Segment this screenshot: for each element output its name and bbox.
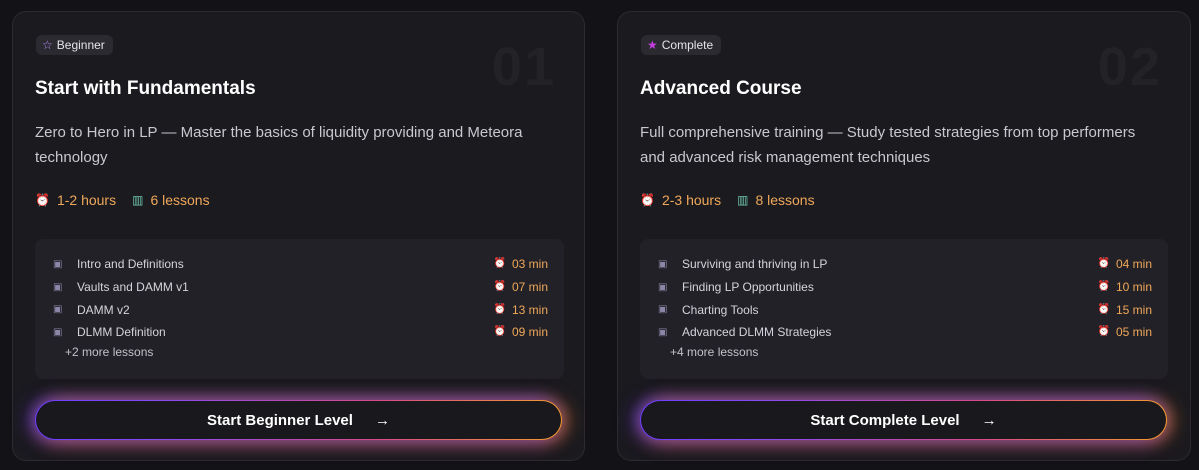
duration-text: 1-2 hours [56,192,117,208]
course-title: Start with Fundamentals [35,78,256,99]
video-icon: ▣ [658,326,668,338]
lesson-duration: ⏰ 15 min [1098,303,1152,317]
lessons-count-info: ▥ 8 lessons [737,192,815,208]
video-icon: ▣ [53,258,63,270]
lesson-duration: ⏰ 09 min [494,325,548,339]
lesson-item: ▣ Vaults and DAMM v1 ⏰ 07 min [53,276,548,299]
alarm-clock-icon: ⏰ [493,303,506,315]
alarm-clock-icon: ⏰ [1097,258,1110,270]
lesson-name: DLMM Definition [77,325,166,340]
lesson-item: ▣ DLMM Definition ⏰ 09 min [53,321,548,344]
video-icon: ▣ [658,258,668,270]
lesson-item: ▣ Surviving and thriving in LP ⏰ 04 min [658,253,1152,276]
lesson-duration-text: 04 min [1115,257,1152,272]
video-icon: ▣ [53,326,63,338]
course-number: 02 [1097,37,1162,97]
lesson-name: Finding LP Opportunities [682,280,814,295]
duration-info: ⏰ 2-3 hours [640,192,721,208]
course-cards: ☆ Beginner 01 Start with Fundamentals Ze… [0,0,1199,470]
lesson-item: ▣ Finding LP Opportunities ⏰ 10 min [658,276,1152,299]
alarm-clock-icon: ⏰ [1097,326,1110,338]
books-icon: ▥ [737,193,749,207]
lesson-name: Advanced DLMM Strategies [682,325,832,340]
lesson-name: Surviving and thriving in LP [682,257,828,272]
arrow-right-icon: → [374,411,390,429]
lesson-duration-text: 05 min [1115,325,1152,340]
lessons-count-info: ▥ 6 lessons [132,192,210,208]
lesson-duration: ⏰ 04 min [1098,257,1152,271]
level-badge-label: Beginner [56,38,105,52]
duration-text: 2-3 hours [661,192,722,208]
video-icon: ▣ [658,304,668,316]
course-card-complete: ★ Complete 02 Advanced Course Full compr… [617,11,1191,461]
lesson-name: Charting Tools [682,302,759,317]
lesson-item: ▣ DAMM v2 ⏰ 13 min [53,298,548,321]
lesson-item: ▣ Advanced DLMM Strategies ⏰ 05 min [658,321,1152,344]
lesson-duration: ⏰ 10 min [1098,280,1152,294]
course-description: Full comprehensive training — Study test… [640,124,1136,166]
course-number: 01 [491,37,556,97]
video-icon: ▣ [53,304,63,316]
lesson-duration-text: 07 min [511,280,548,295]
alarm-clock-icon: ⏰ [1097,281,1110,293]
video-icon: ▣ [53,281,63,293]
level-badge: ☆ Beginner [36,35,113,55]
alarm-clock-icon: ⏰ [1097,303,1110,315]
lesson-name: Intro and Definitions [77,257,184,272]
books-icon: ▥ [132,193,144,207]
lesson-name: Vaults and DAMM v1 [77,280,189,295]
lesson-duration: ⏰ 07 min [494,280,548,294]
video-icon: ▣ [658,281,668,293]
lesson-duration-text: 13 min [511,302,548,317]
duration-info: ⏰ 1-2 hours [35,192,116,208]
lesson-item: ▣ Intro and Definitions ⏰ 03 min [53,253,548,276]
lesson-duration-text: 15 min [1115,302,1152,317]
lessons-count-text: 8 lessons [755,192,815,208]
course-meta: ⏰ 1-2 hours ▥ 6 lessons [35,192,210,208]
lesson-duration: ⏰ 03 min [494,257,548,271]
lesson-duration: ⏰ 13 min [494,303,548,317]
alarm-clock-icon: ⏰ [35,193,50,207]
course-description: Zero to Hero in LP — Master the basics o… [35,124,523,166]
alarm-clock-icon: ⏰ [493,258,506,270]
lesson-list: ▣ Surviving and thriving in LP ⏰ 04 min ▣… [640,239,1168,379]
more-lessons-text: +2 more lessons [65,344,154,359]
more-lessons-text: +4 more lessons [670,344,759,359]
level-badge: ★ Complete [641,35,722,55]
start-button-label: Start Complete Level [810,411,960,429]
alarm-clock-icon: ⏰ [640,193,655,207]
lesson-duration-text: 09 min [511,325,548,340]
alarm-clock-icon: ⏰ [493,281,506,293]
lesson-list: ▣ Intro and Definitions ⏰ 03 min ▣ Vaults… [35,239,564,379]
start-beginner-button[interactable]: Start Beginner Level → [35,400,562,440]
course-meta: ⏰ 2-3 hours ▥ 8 lessons [640,192,815,208]
lessons-count-text: 6 lessons [150,192,210,208]
lesson-duration: ⏰ 05 min [1098,325,1152,339]
course-card-beginner: ☆ Beginner 01 Start with Fundamentals Ze… [12,11,585,461]
lesson-duration-text: 10 min [1115,280,1152,295]
level-badge-label: Complete [661,38,714,52]
star-icon: ★ [647,38,658,52]
start-complete-button[interactable]: Start Complete Level → [640,400,1167,440]
lesson-duration-text: 03 min [511,257,548,272]
start-button-label: Start Beginner Level [207,411,353,429]
lesson-item: ▣ Charting Tools ⏰ 15 min [658,298,1152,321]
lesson-name: DAMM v2 [77,302,130,317]
course-title: Advanced Course [640,78,802,99]
arrow-right-icon: → [981,411,997,429]
star-icon: ☆ [42,38,53,52]
alarm-clock-icon: ⏰ [493,326,506,338]
